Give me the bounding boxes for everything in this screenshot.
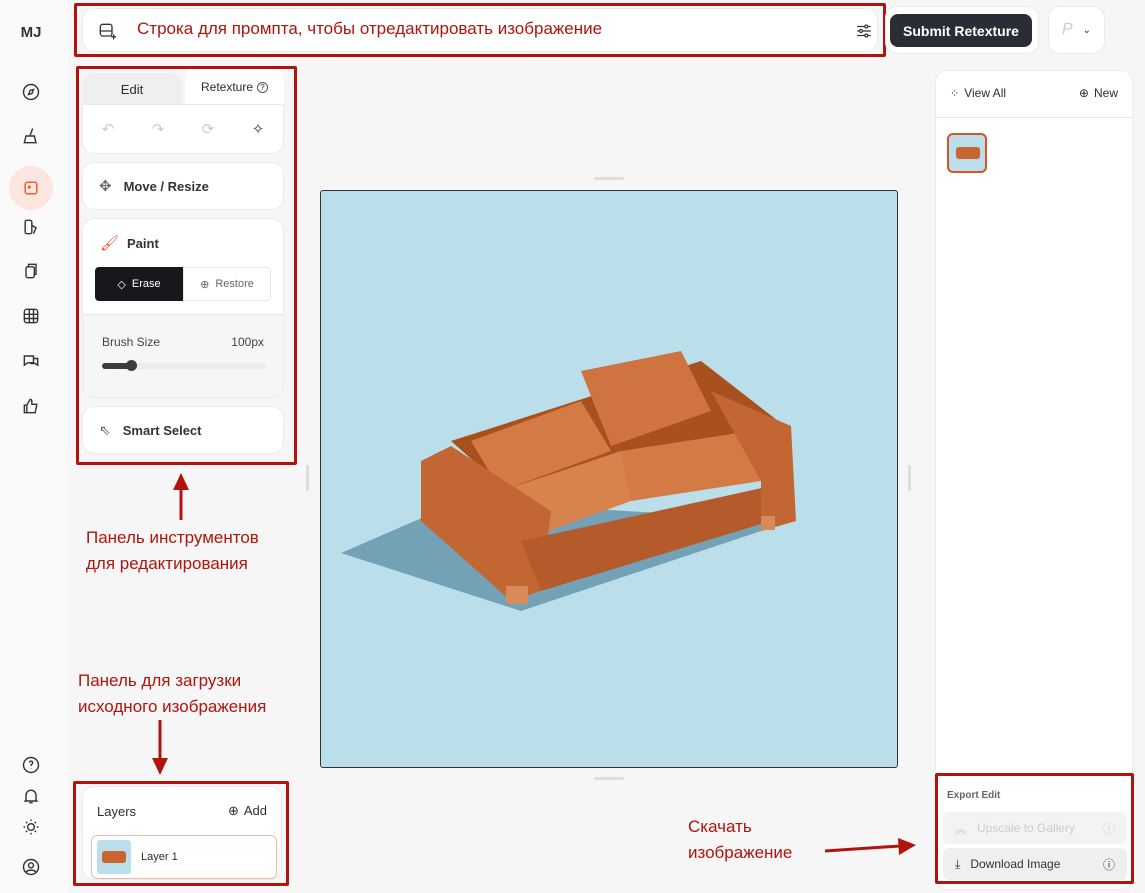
create-icon[interactable] <box>15 120 47 152</box>
annotation-box-prompt <box>74 3 886 57</box>
sofa-thumbnail <box>956 147 980 159</box>
annotation-tools-line1: Панель инструментов <box>86 528 259 547</box>
logo: MJ <box>20 24 42 41</box>
help-icon[interactable] <box>15 749 47 781</box>
personalize-icon[interactable] <box>15 211 47 243</box>
plus-circle-icon: ⊕ <box>1078 86 1089 100</box>
thumbnail[interactable] <box>947 133 987 173</box>
annotation-upload: Панель для загрузки исходного изображения <box>78 668 266 720</box>
divider <box>936 117 1132 118</box>
resize-handle-right[interactable] <box>908 465 911 491</box>
explore-icon[interactable] <box>15 76 47 108</box>
grid-icon[interactable] <box>15 300 47 332</box>
chevron-down-icon: ⌄ <box>1082 24 1092 36</box>
profile-dropdown[interactable]: P ⌄ <box>1048 6 1105 54</box>
sun-icon[interactable] <box>15 811 47 843</box>
canvas-image[interactable] <box>320 190 898 768</box>
edit-icon[interactable] <box>9 166 53 210</box>
annotation-box-layers <box>73 781 289 886</box>
new-button[interactable]: ⊕ New <box>1079 86 1118 100</box>
annotation-box-export <box>935 773 1134 884</box>
annotation-download-line2: изображение <box>688 843 793 862</box>
annotation-upload-line1: Панель для загрузки <box>78 671 242 690</box>
annotation-upload-line2: исходного изображения <box>78 697 267 716</box>
sofa-image <box>341 351 796 611</box>
new-label: New <box>1093 86 1118 100</box>
sidebar: MJ <box>0 0 68 893</box>
bell-icon[interactable] <box>15 780 47 812</box>
resize-handle-left[interactable] <box>306 465 309 491</box>
arrow-right <box>824 844 901 853</box>
chat-icon[interactable] <box>15 345 47 377</box>
submit-retexture-button[interactable]: Submit Retexture <box>890 14 1032 47</box>
view-all-label: View All <box>964 86 1007 100</box>
like-icon[interactable] <box>15 390 47 422</box>
view-all-button[interactable]: ⁘ View All <box>950 86 1006 100</box>
annotation-tools-line2: для редактирования <box>86 554 248 573</box>
organize-icon[interactable] <box>15 255 47 287</box>
account-icon[interactable] <box>15 851 47 883</box>
resize-handle-bottom[interactable] <box>594 777 624 780</box>
annotation-download: Скачать изображение <box>688 814 792 866</box>
grid-dots-icon: ⁘ <box>950 87 960 100</box>
resize-handle-top[interactable] <box>594 177 624 180</box>
profile-initial: P <box>1061 21 1073 38</box>
annotation-download-line1: Скачать <box>688 817 752 836</box>
annotation-tools: Панель инструментов для редактирования <box>86 525 259 577</box>
annotation-box-tools <box>76 66 297 465</box>
right-panel: ⁘ View All ⊕ New Export Edit ︽ Upscale to G… <box>935 70 1133 890</box>
